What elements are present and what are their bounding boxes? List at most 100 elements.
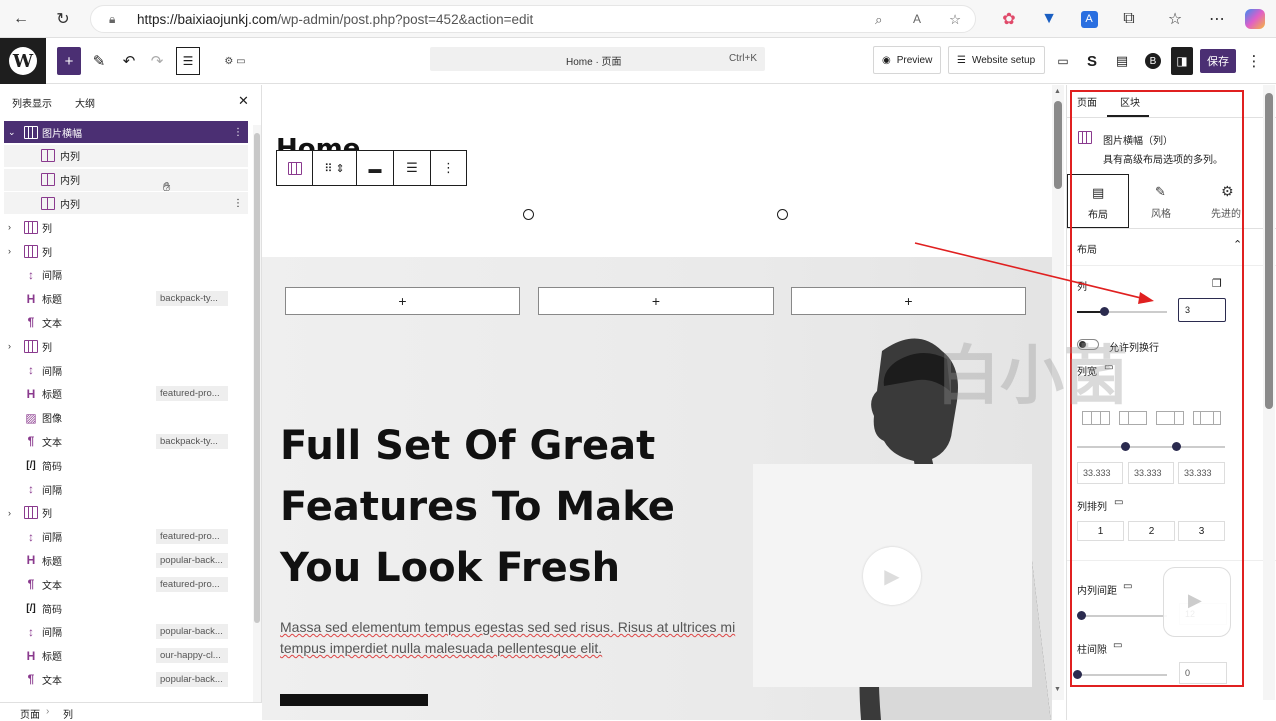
list-item[interactable]: H 标题 our-happy-cl... [4,645,248,667]
inserter-button[interactable]: + [57,47,81,75]
list-item[interactable]: H 标题 popular-back... [4,549,248,571]
address-bar[interactable]: 🔒︎ https://baixiaojunkj.com/wp-admin/pos… [90,5,976,33]
justify-icon[interactable]: ☰ [394,151,431,185]
list-item[interactable]: 内列 [4,168,248,191]
refresh-icon[interactable]: ↻ [50,6,76,32]
save-button[interactable]: 保存 [1200,49,1236,73]
list-item[interactable]: 内列 ⋮ [4,192,248,215]
design-settings-icon[interactable]: ⚙ ▭ [210,47,260,75]
lock-icon: 🔒︎ [109,12,116,26]
options-icon[interactable]: ⋮ [233,127,243,138]
zoom-icon[interactable]: ⌕ [875,6,883,33]
hero-heading-line[interactable]: Full Set Of Great [280,423,655,469]
translate-icon[interactable]: A [1080,10,1098,28]
align-icon[interactable]: ▬ [357,151,394,185]
scrollbar-thumb[interactable] [254,133,260,623]
breadcrumb-page[interactable]: 页面 [20,706,40,721]
chevron-down-icon[interactable]: ⌄ [8,127,16,138]
redo-icon[interactable]: ↷ [146,47,168,75]
resize-handle[interactable] [523,209,534,220]
device-preview-icon[interactable]: ▭ [1053,47,1073,75]
play-icon[interactable]: ▶ [863,547,921,605]
list-item[interactable]: ¶ 文本 [4,311,248,333]
chevron-right-icon[interactable]: › [8,222,11,232]
hero-section[interactable]: Full Set Of Great Features To Make You L… [262,257,1052,720]
website-setup-button[interactable]: ☰ Website setup [948,46,1045,74]
list-item-label: 内列 [60,176,80,188]
hero-heading-line[interactable]: You Look Fresh [280,545,620,591]
list-item-label: 内列 [60,152,80,164]
website-setup-label: Website setup [971,54,1036,66]
tab-list-view[interactable]: 列表显示 [12,95,52,110]
list-item[interactable]: › 列 [4,240,248,262]
resize-handle[interactable] [777,209,788,220]
chevron-right-icon[interactable]: › [8,246,11,256]
video-block[interactable]: ▶ [753,464,1032,687]
list-item[interactable]: ▨ 图像 [4,407,248,429]
extensions-icon[interactable]: ⧉ [1116,6,1142,32]
list-item[interactable]: › 列 [4,502,248,524]
tab-outline[interactable]: 大纲 [75,95,95,110]
favorites-icon[interactable]: ☆ [1162,6,1188,32]
list-item[interactable]: ¶ 文本 featured-pro... [4,573,248,595]
settings-sidebar-icon[interactable]: ◨ [1171,47,1193,75]
list-view-icon[interactable]: ☰ [176,47,200,75]
scrollbar-thumb[interactable] [1265,93,1273,409]
command-palette[interactable]: Home · 页面 Ctrl+K [430,47,765,71]
list-item[interactable]: H 标题 backpack-ty... [4,288,248,310]
list-scrollbar[interactable] [253,125,261,705]
list-item[interactable]: ¶ 文本 backpack-ty... [4,430,248,452]
wordpress-logo-icon[interactable]: W [0,38,46,84]
hero-heading-line[interactable]: Features To Make [280,484,675,530]
list-item[interactable]: ↕ 间隔 featured-pro... [4,526,248,548]
list-item-tag: popular-back... [156,624,228,640]
more-options-icon[interactable]: ⋮ [431,151,466,185]
block-type-button[interactable] [277,151,313,185]
list-item[interactable]: › 列 [4,335,248,357]
list-item[interactable]: ↕ 间隔 [4,478,248,500]
list-item[interactable]: 内列 [4,144,248,167]
chevron-right-icon[interactable]: › [8,341,11,351]
extension-color-icon[interactable]: ✿ [996,6,1022,32]
column-appender[interactable]: + [285,287,520,315]
list-item[interactable]: › 列 [4,216,248,238]
list-item[interactable]: ↕ 间隔 [4,359,248,381]
list-item[interactable]: ¶ 文本 popular-back... [4,668,248,690]
settings-scrollbar[interactable] [1263,85,1275,700]
undo-icon[interactable]: ↶ [118,47,140,75]
scrollbar-thumb[interactable] [1054,101,1062,189]
column-icon [41,196,55,210]
scroll-up-icon[interactable]: ▲ [1054,88,1061,95]
column-appender[interactable]: + [791,287,1026,315]
document-icon[interactable]: ▤ [1112,47,1132,75]
stackable-icon[interactable]: S [1082,47,1102,75]
list-item-label: 简码 [42,604,62,616]
favorite-icon[interactable]: ☆ [949,6,961,33]
chevron-right-icon[interactable]: › [8,508,11,518]
list-item[interactable]: [/] 简码 [4,597,248,619]
list-item[interactable]: H 标题 featured-pro... [4,383,248,405]
list-item[interactable]: [/] 简码 [4,454,248,476]
more-icon[interactable]: ⋯ [1204,6,1230,32]
preview-button[interactable]: ◉ Preview [873,46,941,74]
hero-paragraph-line[interactable]: tempus imperdiet nulla malesuada pellent… [280,638,602,659]
list-item[interactable]: ↕ 间隔 [4,264,248,286]
plugin-b-icon[interactable]: B [1145,53,1161,69]
read-aloud-icon[interactable]: A [913,6,921,33]
copilot-icon[interactable] [1245,9,1265,29]
edit-tool-icon[interactable]: ✎ [88,47,110,75]
column-appender[interactable]: + [538,287,774,315]
back-icon[interactable]: ← [8,6,34,32]
hero-paragraph-line[interactable]: Massa sed elementum tempus egestas sed s… [280,617,735,638]
extension-v-icon[interactable]: ▼ [1036,6,1062,32]
scroll-down-icon[interactable]: ▼ [1054,686,1061,693]
drag-move-icon[interactable]: ⠿ ⇕ [313,151,357,185]
options-icon[interactable]: ⋮ [1244,47,1264,75]
close-icon[interactable]: ✕ [238,93,249,109]
list-item[interactable]: ↕ 间隔 popular-back... [4,621,248,643]
options-icon[interactable]: ⋮ [233,198,243,209]
list-item-label: 间隔 [42,366,62,378]
hero-button[interactable] [280,694,428,706]
list-item[interactable]: ⌄ 图片横幅 ⋮ [4,121,248,143]
breadcrumb-columns[interactable]: 列 [63,706,73,721]
